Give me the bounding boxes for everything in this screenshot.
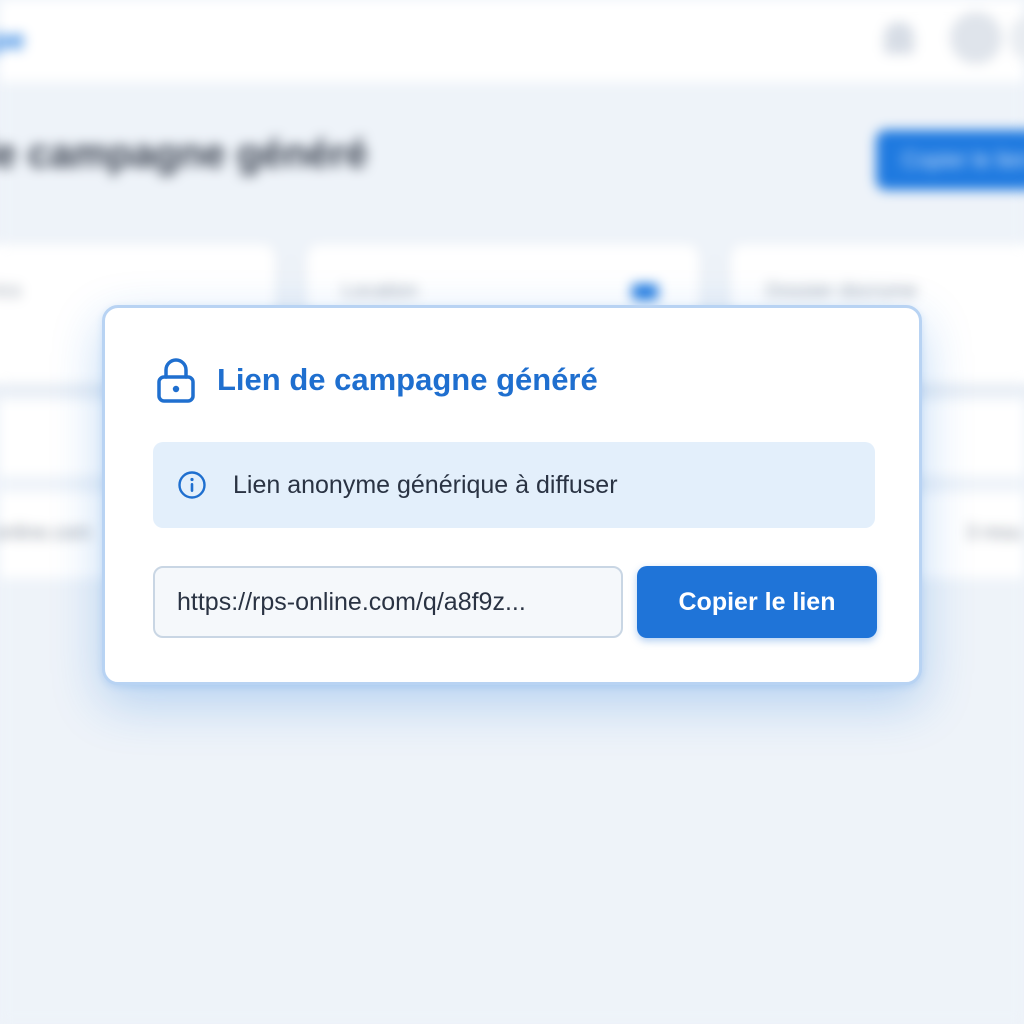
app-logo: pe xyxy=(0,24,25,55)
dialog-title: Lien de campagne généré xyxy=(217,362,598,397)
background-card-label: rics xyxy=(0,280,22,302)
table-cell: online.com xyxy=(0,522,91,544)
avatar xyxy=(950,12,1002,64)
background-copy-button: Copier le lien xyxy=(876,130,1024,190)
info-text: Lien anonyme générique à diffuser xyxy=(233,470,618,499)
copy-link-button[interactable]: Copier le lien xyxy=(637,566,877,638)
bell-icon xyxy=(884,22,914,54)
calendar-icon xyxy=(632,284,658,300)
page-title: de campagne généré xyxy=(0,132,368,176)
avatar-secondary xyxy=(1010,12,1024,64)
campaign-link-field[interactable] xyxy=(153,566,623,638)
dialog-header: Lien de campagne généré xyxy=(155,356,598,404)
background-card-label: Dossier docrume xyxy=(766,280,918,302)
info-banner: Lien anonyme générique à diffuser xyxy=(153,442,875,528)
table-cell: 3 mou xyxy=(966,522,1022,544)
info-icon xyxy=(177,470,207,500)
lock-icon xyxy=(155,356,197,404)
campaign-link-dialog: Lien de campagne généré Lien anonyme gén… xyxy=(102,305,922,685)
background-card-label: Location xyxy=(342,280,418,302)
top-bar: pe xyxy=(0,0,1024,82)
